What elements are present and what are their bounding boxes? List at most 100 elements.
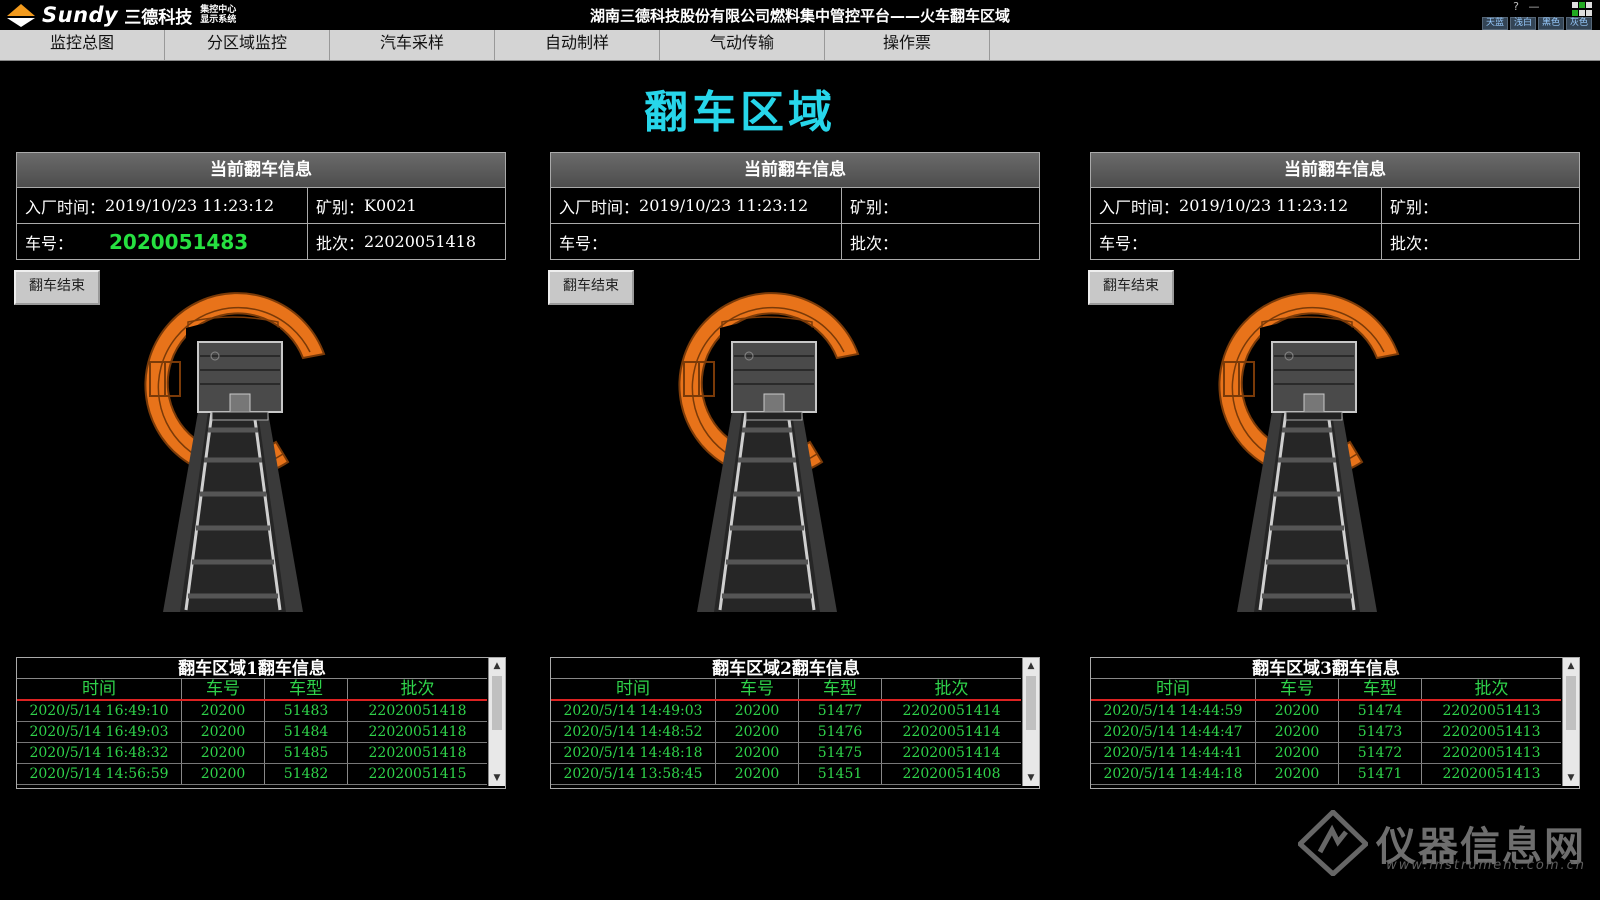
page-title: 翻车区域 [644,87,836,138]
mine-value: K0021 [364,196,417,215]
scroll-thumb[interactable] [492,676,502,730]
mine-label: 矿别： [850,197,899,217]
batch-cell: 批次： [1382,224,1579,259]
table-row[interactable]: 2020/5/14 14:44:47 20200 51473 220200514… [1091,722,1561,743]
info-row-time: 入厂时间： 2019/10/23 11:23:12 矿别： K0021 [17,188,505,224]
table-row[interactable]: 2020/5/14 14:44:59 20200 51474 220200514… [1091,701,1561,722]
row-batch: 22020051418 [368,703,467,719]
col-car-no: 车号 [1256,679,1339,699]
table-row[interactable]: 2020/5/14 14:44:41 20200 51472 220200514… [1091,743,1561,764]
scroll-thumb[interactable] [1566,676,1576,730]
log-body: 时间 车号 车型 批次 2020/5/14 14:44:59 20200 514… [1091,679,1561,785]
menu-truck-sampling[interactable]: 汽车采样 [330,30,495,60]
row-car-type: 51485 [265,743,348,763]
app-title: 湖南三德科技股份有限公司燃料集中管控平台——火车翻车区域 [589,7,1010,25]
menu-overview[interactable]: 监控总图 [0,30,165,60]
scroll-up-icon[interactable]: ▲ [489,658,505,674]
scroll-down-icon[interactable]: ▼ [1023,770,1039,786]
mine-label: 矿别： [316,197,365,217]
row-car-type: 51476 [799,722,882,742]
log-rows: 2020/5/14 14:49:03 20200 51477 220200514… [551,701,1021,785]
table-row[interactable]: 2020/5/14 14:48:52 20200 51476 220200514… [551,722,1021,743]
log-title: 翻车区域2翻车信息 [551,658,1021,679]
entry-time-cell: 入厂时间： 2019/10/23 11:23:12 [1091,188,1382,223]
log-rows: 2020/5/14 14:44:59 20200 51474 220200514… [1091,701,1561,785]
log-scrollbar[interactable]: ▲ ▼ [488,658,505,786]
log-body: 时间 车号 车型 批次 2020/5/14 16:49:10 20200 514… [17,679,487,785]
log-body: 时间 车号 车型 批次 2020/5/14 14:49:03 20200 514… [551,679,1021,785]
row-time: 2020/5/14 14:44:59 [1091,701,1256,721]
col-car-type: 车型 [265,679,348,699]
menu-work-ticket[interactable]: 操作票 [825,30,990,60]
menu-zone-monitor[interactable]: 分区域监控 [165,30,330,60]
col-car-no: 车号 [716,679,799,699]
current-dump-info: 当前翻车信息 入厂时间： 2019/10/23 11:23:12 矿别： 车号：… [550,152,1040,260]
watermark-url: www.instrument.com.cn [1386,858,1586,873]
menu-auto-prep[interactable]: 自动制样 [495,30,660,60]
scroll-down-icon[interactable]: ▼ [1563,770,1579,786]
entry-time-label: 入厂时间： [559,197,640,217]
row-batch: 22020051413 [1442,766,1541,782]
table-row[interactable]: 2020/5/14 16:49:03 20200 51484 220200514… [17,722,487,743]
col-time: 时间 [551,679,716,699]
dump-log-table: 翻车区域3翻车信息 时间 车号 车型 批次 2020/5/14 14:44:59… [1090,657,1580,789]
log-header-row: 时间 车号 车型 批次 [551,679,1021,701]
theme-black-button[interactable]: 黑色 [1537,17,1564,30]
entry-time-cell: 入厂时间： 2019/10/23 11:23:12 [17,188,308,223]
row-batch: 22020051418 [368,745,467,761]
theme-white-button[interactable]: 浅白 [1509,17,1536,30]
dumper-panel-3: 当前翻车信息 入厂时间： 2019/10/23 11:23:12 矿别： 车号：… [1088,152,1580,789]
table-row[interactable]: 2020/5/14 14:44:18 20200 51471 220200514… [1091,764,1561,785]
mine-cell: 矿别： K0021 [308,188,505,223]
table-row[interactable]: 2020/5/14 16:49:10 20200 51483 220200514… [17,701,487,722]
end-dump-button[interactable]: 翻车结束 [1088,270,1174,305]
row-time: 2020/5/14 13:58:45 [551,764,716,784]
table-row[interactable]: 2020/5/14 13:58:45 20200 51451 220200514… [551,764,1021,785]
row-car-no: 20200 [1256,701,1339,721]
log-scrollbar[interactable]: ▲ ▼ [1562,658,1579,786]
scroll-up-icon[interactable]: ▲ [1563,658,1579,674]
end-dump-button[interactable]: 翻车结束 [548,270,634,305]
table-row[interactable]: 2020/5/14 14:56:59 20200 51482 220200514… [17,764,487,785]
theme-gray-button[interactable]: 灰色 [1565,17,1592,30]
minimize-button[interactable]: — [1528,0,1540,13]
batch-label: 批次： [316,233,365,253]
layout-grid-icon[interactable] [1572,2,1592,16]
scroll-thumb[interactable] [1026,676,1036,730]
car-no-cell: 车号： 2020051483 [17,224,308,259]
row-car-type: 51471 [1339,764,1422,784]
table-row[interactable]: 2020/5/14 16:48:32 20200 51485 220200514… [17,743,487,764]
row-car-no: 20200 [182,743,265,763]
info-row-car: 车号： 批次： [1091,224,1579,259]
batch-cell: 批次： [842,224,1039,259]
theme-skyblue-button[interactable]: 天蓝 [1481,17,1508,30]
scroll-up-icon[interactable]: ▲ [1023,658,1039,674]
row-batch: 22020051413 [1442,703,1541,719]
info-row-time: 入厂时间： 2019/10/23 11:23:12 矿别： [551,188,1039,224]
log-rows: 2020/5/14 16:49:10 20200 51483 220200514… [17,701,487,785]
dump-log-table: 翻车区域1翻车信息 时间 车号 车型 批次 2020/5/14 16:49:10… [16,657,506,789]
table-row[interactable]: 2020/5/14 14:49:03 20200 51477 220200514… [551,701,1021,722]
help-button[interactable]: ? [1510,0,1522,13]
batch-value: 22020051418 [364,232,476,251]
menu-pneumatic[interactable]: 气动传输 [660,30,825,60]
col-car-no: 车号 [182,679,265,699]
row-time: 2020/5/14 14:44:47 [1091,722,1256,742]
end-dump-button[interactable]: 翻车结束 [14,270,100,305]
row-car-type: 51484 [265,722,348,742]
row-time: 2020/5/14 16:48:32 [17,743,182,763]
row-car-type: 51472 [1339,743,1422,763]
row-time: 2020/5/14 14:48:52 [551,722,716,742]
row-car-type: 51473 [1339,722,1422,742]
col-time: 时间 [1091,679,1256,699]
table-row[interactable]: 2020/5/14 14:48:18 20200 51475 220200514… [551,743,1021,764]
car-no-label: 车号： [559,233,608,253]
row-batch: 22020051418 [368,724,467,740]
scroll-down-icon[interactable]: ▼ [489,770,505,786]
row-batch: 22020051414 [902,745,1001,761]
row-batch: 22020051413 [1442,745,1541,761]
col-batch: 批次 [934,679,969,699]
row-batch: 22020051408 [902,766,1001,782]
log-scrollbar[interactable]: ▲ ▼ [1022,658,1039,786]
row-car-no: 20200 [716,764,799,784]
